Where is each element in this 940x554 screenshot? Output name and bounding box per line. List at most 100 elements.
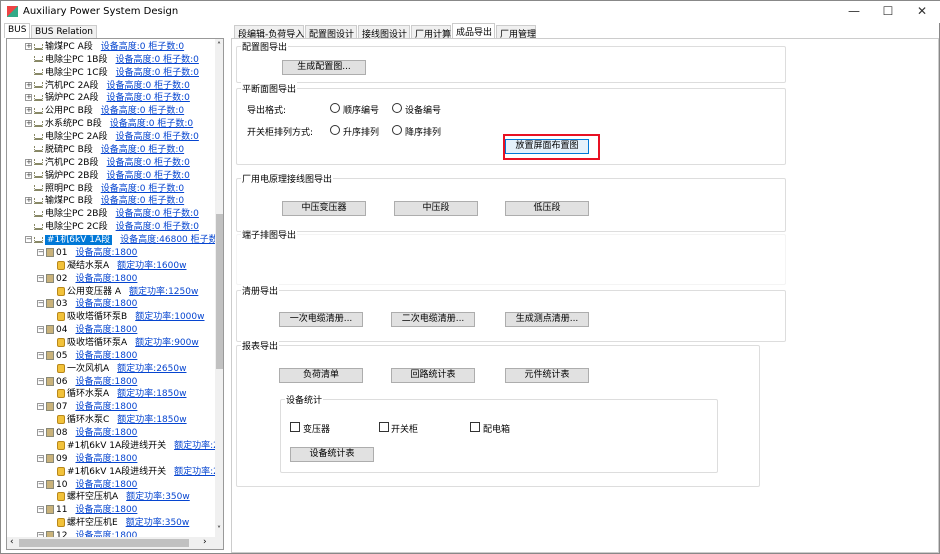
- tree-item-label[interactable]: 一次风机A: [67, 364, 109, 374]
- tree-item[interactable]: − 06 设备高度:1800: [37, 376, 137, 389]
- tree-item-info-link[interactable]: 设备高度:0 柜子数:0: [101, 42, 184, 52]
- tree-item-info-link[interactable]: 额定功率:350w: [126, 518, 190, 528]
- secondary-cable-list-button[interactable]: 二次电缆清册...: [391, 312, 475, 327]
- tree-item-info-link[interactable]: 设备高度:0 柜子数:0: [101, 184, 184, 194]
- radio-sequential-label[interactable]: 顺序编号: [343, 103, 379, 116]
- tree-item-label[interactable]: 循环水泵A: [67, 389, 109, 399]
- primary-cable-list-button[interactable]: 一次电缆清册...: [279, 312, 363, 327]
- tree-item-info-link[interactable]: 设备高度:1800: [75, 325, 137, 335]
- tree-item-info-link[interactable]: 设备高度:1800: [75, 351, 137, 361]
- tree-item-info-link[interactable]: 设备高度:0 柜子数:0: [116, 222, 199, 232]
- close-button[interactable]: ✕: [907, 4, 937, 18]
- tree-item-info-link[interactable]: 设备高度:1800: [75, 248, 137, 258]
- tree-item-label[interactable]: 公用PC B段: [45, 106, 93, 116]
- tree-item-label[interactable]: 水系统PC B段: [45, 119, 102, 129]
- circuit-stats-button[interactable]: 回路统计表: [391, 368, 475, 383]
- tree-item-label[interactable]: 01: [56, 248, 67, 258]
- radio-descending[interactable]: [392, 125, 402, 135]
- tree-item[interactable]: +照明PC B段设备高度:0 柜子数:0: [25, 183, 184, 196]
- expand-toggle-icon[interactable]: +: [25, 43, 32, 50]
- tree-item-info-link[interactable]: 设备高度:1800: [75, 402, 137, 412]
- expand-toggle-icon[interactable]: −: [37, 480, 44, 488]
- tree-item[interactable]: − 10 设备高度:1800: [37, 479, 137, 492]
- expand-toggle-icon[interactable]: −: [25, 236, 32, 244]
- measure-point-list-button[interactable]: 生成测点清册...: [505, 312, 589, 327]
- tree-item[interactable]: 吸收塔循环泵B 额定功率:1000w: [55, 311, 205, 324]
- radio-descending-label[interactable]: 降序排列: [405, 125, 441, 138]
- tree-item[interactable]: +电除尘PC 1C段设备高度:0 柜子数:0: [25, 67, 199, 80]
- tree-item-label[interactable]: #1机6kV 1A段进线开关: [67, 441, 166, 451]
- tree-item[interactable]: 公用变压器 A 额定功率:1250w: [55, 286, 198, 299]
- h-scroll-thumb[interactable]: [19, 539, 189, 547]
- mv-section-button[interactable]: 中压段: [394, 201, 478, 216]
- expand-toggle-icon[interactable]: +: [25, 197, 32, 205]
- tree-item-label[interactable]: 汽机PC 2A段: [45, 81, 98, 91]
- tree-item-label[interactable]: 08: [56, 428, 67, 438]
- tree-item[interactable]: +电除尘PC 2A段设备高度:0 柜子数:0: [25, 131, 199, 144]
- tree-item[interactable]: − 08 设备高度:1800: [37, 427, 137, 440]
- tree-item-label[interactable]: 汽机PC 2B段: [45, 158, 98, 168]
- expand-toggle-icon[interactable]: −: [37, 351, 44, 359]
- scroll-left-icon[interactable]: ‹: [10, 537, 14, 547]
- tree-item[interactable]: + 锅炉PC 2B段 设备高度:0 柜子数:0: [25, 170, 190, 183]
- tree-item-info-link[interactable]: 额定功率:1850w: [117, 389, 186, 399]
- tree-item-info-link[interactable]: 设备高度:1800: [75, 428, 137, 438]
- tree-item[interactable]: − 11 设备高度:1800: [37, 504, 137, 517]
- tree-item[interactable]: 吸收塔循环泵A 额定功率:900w: [55, 337, 199, 350]
- tree-item-info-link[interactable]: 设备高度:0 柜子数:0: [116, 68, 199, 78]
- tree-item[interactable]: #1机6kV 1A段进线开关 额定功率:2: [55, 466, 219, 479]
- tree-item-info-link[interactable]: 设备高度:1800: [75, 274, 137, 284]
- tree-item[interactable]: − 09 设备高度:1800: [37, 453, 137, 466]
- expand-toggle-icon[interactable]: +: [25, 120, 32, 128]
- tree-item-label[interactable]: 04: [56, 325, 67, 335]
- bus-tree[interactable]: +输煤PC A段设备高度:0 柜子数:0+电除尘PC 1B段设备高度:0 柜子数…: [6, 38, 224, 550]
- expand-toggle-icon[interactable]: −: [37, 377, 44, 385]
- place-panel-layout-button[interactable]: 放置屏面布置图: [505, 139, 589, 154]
- tree-item-info-link[interactable]: 设备高度:0 柜子数:0: [101, 145, 184, 155]
- radio-ascending[interactable]: [330, 125, 340, 135]
- tree-item[interactable]: − #1机6kV 1A段 设备高度:46800 柜子数:26: [25, 234, 223, 247]
- generate-layout-button[interactable]: 生成配置图...: [282, 60, 366, 75]
- vertical-scrollbar[interactable]: ˄ ˅: [215, 39, 223, 537]
- device-stats-button[interactable]: 设备统计表: [290, 447, 374, 462]
- tree-item[interactable]: +电除尘PC 2C段设备高度:0 柜子数:0: [25, 221, 199, 234]
- component-stats-button[interactable]: 元件统计表: [505, 368, 589, 383]
- tree-item-info-link[interactable]: 设备高度:0 柜子数:0: [106, 158, 189, 168]
- tree-item[interactable]: + 汽机PC 2A段 设备高度:0 柜子数:0: [25, 80, 190, 93]
- distribution-box-checkbox[interactable]: [470, 422, 480, 432]
- mv-transformer-button[interactable]: 中压变压器: [282, 201, 366, 216]
- tree-item[interactable]: + 输煤PC B段 设备高度:0 柜子数:0: [25, 195, 184, 208]
- tree-item-label[interactable]: 螺杆空压机A: [67, 492, 118, 502]
- tree-item-info-link[interactable]: 额定功率:1000w: [135, 312, 204, 322]
- tree-item[interactable]: #1机6kV 1A段进线开关 额定功率:2: [55, 440, 219, 453]
- tree-item-label[interactable]: 07: [56, 402, 67, 412]
- tree-item-label[interactable]: 照明PC B段: [45, 184, 93, 194]
- radio-device-number[interactable]: [392, 103, 402, 113]
- tree-item-label[interactable]: 09: [56, 454, 67, 464]
- tree-item[interactable]: 螺杆空压机E 额定功率:350w: [55, 517, 189, 530]
- horizontal-scrollbar[interactable]: ‹ ›: [7, 537, 223, 549]
- tree-item-info-link[interactable]: 设备高度:1800: [75, 505, 137, 515]
- tree-item[interactable]: +电除尘PC 2B段设备高度:0 柜子数:0: [25, 208, 199, 221]
- tree-item-info-link[interactable]: 额定功率:2650w: [117, 364, 186, 374]
- expand-toggle-icon[interactable]: +: [25, 158, 32, 166]
- expand-toggle-icon[interactable]: −: [37, 506, 44, 514]
- tree-item[interactable]: 循环水泵C 额定功率:1850w: [55, 414, 187, 427]
- load-list-button[interactable]: 负荷清单: [279, 368, 363, 383]
- tree-item-label[interactable]: 吸收塔循环泵A: [67, 338, 127, 348]
- tab-bus-relation[interactable]: BUS Relation: [31, 25, 97, 38]
- radio-sequential[interactable]: [330, 103, 340, 113]
- tree-item-label[interactable]: 锅炉PC 2A段: [45, 93, 98, 103]
- expand-toggle-icon[interactable]: −: [37, 326, 44, 334]
- expand-toggle-icon[interactable]: −: [37, 300, 44, 308]
- tree-item-info-link[interactable]: 额定功率:1850w: [117, 415, 186, 425]
- scroll-up-icon[interactable]: ˄: [217, 41, 221, 50]
- tree-item-info-link[interactable]: 设备高度:1800: [75, 299, 137, 309]
- tree-item-label[interactable]: 凝结水泵A: [67, 261, 109, 271]
- tree-item-info-link[interactable]: 设备高度:1800: [75, 377, 137, 387]
- maximize-button[interactable]: ☐: [873, 4, 903, 18]
- tree-item-info-link[interactable]: 设备高度:0 柜子数:0: [106, 93, 189, 103]
- tree-item-info-link[interactable]: 设备高度:0 柜子数:0: [101, 196, 184, 206]
- tree-item-info-link[interactable]: 额定功率:1250w: [129, 287, 198, 297]
- radio-ascending-label[interactable]: 升序排列: [343, 125, 379, 138]
